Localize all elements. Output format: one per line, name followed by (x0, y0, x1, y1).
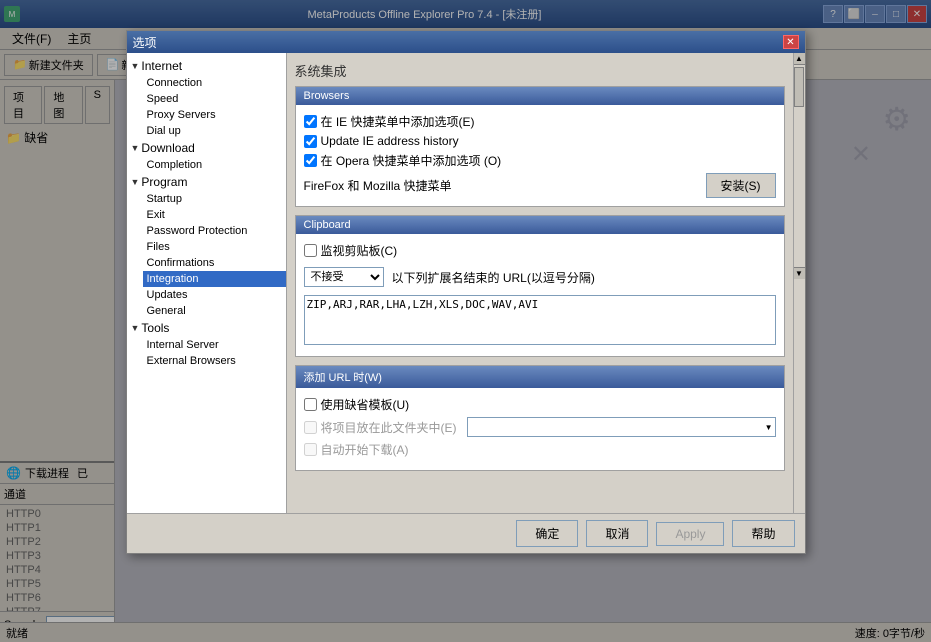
scroll-track (794, 67, 805, 267)
help-btn[interactable]: 帮助 (732, 520, 794, 547)
cb-opera-menu-input[interactable] (304, 154, 317, 167)
dialog-body: ▼ Internet Connection Speed Proxy Server… (127, 53, 805, 513)
accept-dropdown[interactable]: 不接受 接受 询问 (304, 267, 384, 287)
scroll-down-btn[interactable]: ▼ (794, 267, 805, 279)
tree-updates[interactable]: Updates (143, 287, 286, 303)
dialog-footer: 确定 取消 Apply 帮助 (127, 513, 805, 553)
tree-files[interactable]: Files (143, 239, 286, 255)
clipboard-body: 监视剪贴板(C) 不接受 接受 询问 以下列扩展名结束的 URL(以逗号分隔) (296, 234, 784, 356)
tree-speed[interactable]: Speed (143, 91, 286, 107)
install-btn[interactable]: 安装(S) (706, 173, 776, 198)
cancel-btn[interactable]: 取消 (586, 520, 648, 547)
expand-icon-prog: ▼ (131, 177, 140, 187)
dialog-overlay: 选项 ✕ ▼ Internet Connection Speed Proxy S… (0, 0, 931, 642)
dropdown-row: 不接受 接受 询问 以下列扩展名结束的 URL(以逗号分隔) (304, 267, 776, 287)
au-default-template-input[interactable] (304, 398, 317, 411)
browsers-section: Browsers 在 IE 快捷菜单中添加选项(E) Update IE add… (295, 86, 785, 207)
dialog-vscroll[interactable]: ▲ ▼ (793, 53, 805, 513)
firefox-label: FireFox 和 Mozilla 快捷菜单 (304, 177, 698, 194)
cb-ie-menu-label: 在 IE 快捷菜单中添加选项(E) (321, 113, 475, 130)
cb-ie-menu: 在 IE 快捷菜单中添加选项(E) (304, 113, 776, 130)
au-default-template: 使用缺省模板(U) (304, 396, 776, 413)
cb-ie-history: Update IE address history (304, 134, 776, 148)
dropdown-suffix-label: 以下列扩展名结束的 URL(以逗号分隔) (392, 269, 595, 286)
dialog-title-bar: 选项 ✕ (127, 31, 805, 53)
cb-ie-history-label: Update IE address history (321, 134, 459, 148)
tree-download[interactable]: ▼ Download (127, 139, 286, 157)
tree-confirmations[interactable]: Confirmations (143, 255, 286, 271)
tree-internet[interactable]: ▼ Internet (127, 57, 286, 75)
tree-password-protection[interactable]: Password Protection (143, 223, 286, 239)
clipboard-header: Clipboard (296, 216, 784, 234)
folder-dropdown[interactable]: ▼ (467, 417, 776, 437)
expand-icon-tools: ▼ (131, 323, 140, 333)
add-url-section: 添加 URL 时(W) 使用缺省模板(U) 将项目放在此文件夹中(E) ▼ (295, 365, 785, 471)
cb-ie-history-input[interactable] (304, 135, 317, 148)
au-default-template-label: 使用缺省模板(U) (321, 396, 410, 413)
dialog-title: 选项 (133, 34, 783, 51)
expand-icon-dl: ▼ (131, 143, 140, 153)
add-url-body: 使用缺省模板(U) 将项目放在此文件夹中(E) ▼ (296, 388, 784, 470)
app-window: M MetaProducts Offline Explorer Pro 7.4 … (0, 0, 931, 642)
au-autostart-label: 自动开始下载(A) (321, 441, 409, 458)
options-dialog: 选项 ✕ ▼ Internet Connection Speed Proxy S… (126, 30, 806, 554)
au-folder-input[interactable] (304, 421, 317, 434)
firefox-row: FireFox 和 Mozilla 快捷菜单 安装(S) (304, 173, 776, 198)
tree-connection[interactable]: Connection (143, 75, 286, 91)
tree-integration[interactable]: Integration (143, 271, 286, 287)
tree-proxy-servers[interactable]: Proxy Servers (143, 107, 286, 123)
tree-completion[interactable]: Completion (143, 157, 286, 173)
browsers-header: Browsers (296, 87, 784, 105)
tree-exit[interactable]: Exit (143, 207, 286, 223)
dialog-tree: ▼ Internet Connection Speed Proxy Server… (127, 53, 287, 513)
cb-opera-menu-label: 在 Opera 快捷菜单中添加选项 (O) (321, 152, 502, 169)
tree-startup[interactable]: Startup (143, 191, 286, 207)
scroll-up-btn[interactable]: ▲ (794, 53, 805, 65)
url-extensions-textarea[interactable] (304, 295, 776, 345)
scroll-thumb[interactable] (794, 67, 804, 107)
apply-btn[interactable]: Apply (656, 522, 724, 546)
expand-icon: ▼ (131, 61, 140, 71)
cb-opera-menu: 在 Opera 快捷菜单中添加选项 (O) (304, 152, 776, 169)
au-autostart: 自动开始下载(A) (304, 441, 776, 458)
clipboard-section: Clipboard 监视剪贴板(C) 不接受 接受 询问 (295, 215, 785, 357)
browsers-body: 在 IE 快捷菜单中添加选项(E) Update IE address hist… (296, 105, 784, 206)
au-folder-label: 将项目放在此文件夹中(E) (321, 419, 457, 436)
monitor-checkbox[interactable] (304, 244, 317, 257)
tree-general[interactable]: General (143, 303, 286, 319)
cb-ie-menu-input[interactable] (304, 115, 317, 128)
tree-internal-server[interactable]: Internal Server (143, 337, 286, 353)
au-autostart-input[interactable] (304, 443, 317, 456)
tree-program[interactable]: ▼ Program (127, 173, 286, 191)
tree-tools[interactable]: ▼ Tools (127, 319, 286, 337)
dropdown-arrow-icon: ▼ (765, 423, 773, 432)
tree-external-browsers[interactable]: External Browsers (143, 353, 286, 369)
content-title: 系统集成 (295, 61, 785, 80)
au-folder: 将项目放在此文件夹中(E) ▼ (304, 417, 776, 437)
dialog-close-btn[interactable]: ✕ (783, 35, 799, 49)
ok-btn[interactable]: 确定 (516, 520, 578, 547)
add-url-header: 添加 URL 时(W) (296, 366, 784, 388)
dialog-content: 系统集成 Browsers 在 IE 快捷菜单中添加选项(E) Update I… (287, 53, 793, 513)
monitor-row: 监视剪贴板(C) (304, 242, 776, 259)
monitor-label: 监视剪贴板(C) (321, 242, 398, 259)
tree-dial-up[interactable]: Dial up (143, 123, 286, 139)
